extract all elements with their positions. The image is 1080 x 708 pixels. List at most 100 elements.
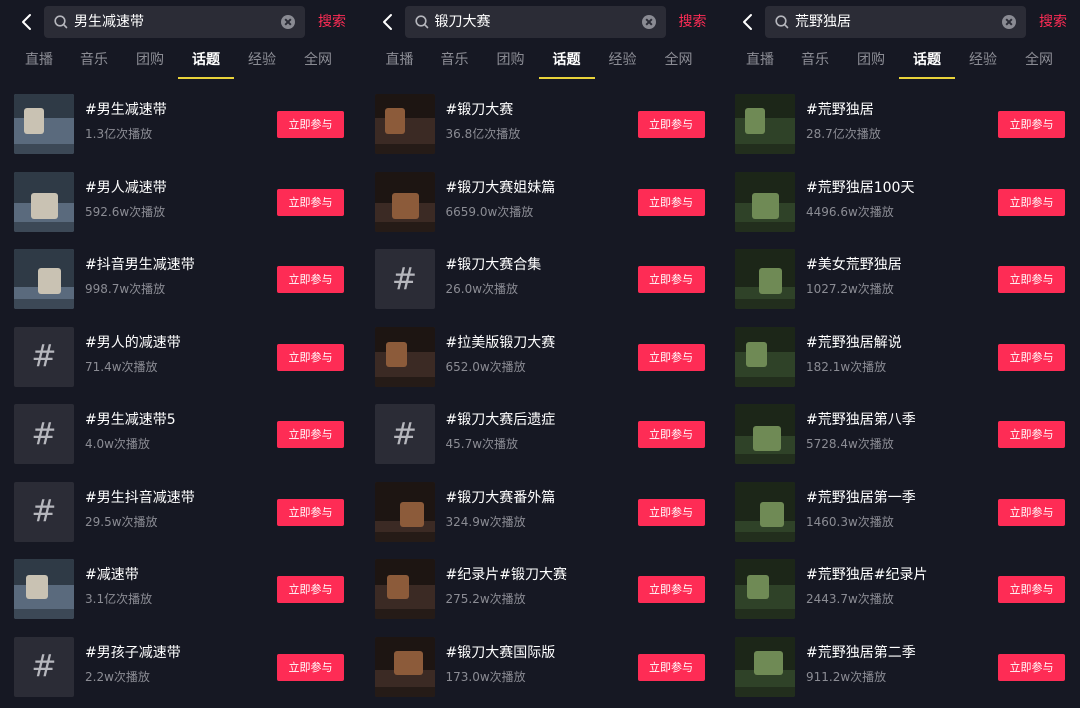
- tab-item[interactable]: 全网: [651, 50, 707, 70]
- topic-title: #荒野独居解说: [806, 334, 902, 351]
- tab-item[interactable]: 经验: [234, 50, 290, 70]
- topic-row[interactable]: # #男人的减速带 71.4w次播放 立即参与: [0, 326, 359, 389]
- join-button[interactable]: 立即参与: [998, 343, 1065, 371]
- search-input[interactable]: 荒野独居: [765, 6, 1026, 38]
- join-button[interactable]: 立即参与: [277, 343, 344, 371]
- topic-title: #荒野独居100天: [806, 179, 915, 196]
- join-button[interactable]: 立即参与: [277, 266, 344, 293]
- join-button[interactable]: 立即参与: [277, 653, 344, 681]
- search-icon: [414, 15, 428, 29]
- topic-row[interactable]: #荒野独居解说 182.1w次播放 立即参与: [721, 326, 1080, 389]
- topic-title: #荒野独居: [806, 102, 874, 118]
- join-button[interactable]: 立即参与: [637, 498, 705, 526]
- tab-item[interactable]: 音乐: [66, 50, 122, 70]
- topic-row[interactable]: #抖音男生减速带 998.7w次播放 立即参与: [0, 249, 359, 311]
- join-button[interactable]: 立即参与: [637, 343, 705, 371]
- tab-item[interactable]: 音乐: [427, 50, 483, 70]
- play-count: 275.2w次播放: [445, 592, 526, 606]
- topic-row[interactable]: #锻刀大赛国际版 173.0w次播放 立即参与: [361, 636, 720, 699]
- tab-item[interactable]: 经验: [595, 50, 651, 70]
- topic-row[interactable]: #荒野独居第一季 1460.3w次播放 立即参与: [721, 481, 1080, 544]
- clear-icon[interactable]: [641, 15, 656, 29]
- topic-row[interactable]: #荒野独居100天 4496.6w次播放 立即参与: [721, 171, 1080, 234]
- play-count: 182.1w次播放: [806, 359, 887, 374]
- top-bar: 荒野独居 搜索: [721, 0, 1080, 44]
- join-button[interactable]: 立即参与: [637, 188, 705, 216]
- join-button[interactable]: 立即参与: [277, 111, 344, 138]
- join-button[interactable]: 立即参与: [998, 421, 1065, 448]
- tab-item[interactable]: 经验: [955, 50, 1011, 70]
- topic-title: #锻刀大赛后遗症: [445, 412, 556, 428]
- tab-item[interactable]: 直播: [732, 50, 788, 70]
- hashtag-icon: #: [374, 249, 435, 309]
- join-button[interactable]: 立即参与: [998, 653, 1065, 681]
- search-input[interactable]: 男生减速带: [44, 6, 305, 38]
- search-input[interactable]: 锻刀大赛: [404, 6, 666, 38]
- topic-title: #锻刀大赛国际版: [445, 644, 556, 661]
- back-arrow-icon[interactable]: [737, 12, 757, 32]
- tab-item[interactable]: 话题: [178, 50, 234, 79]
- topic-row[interactable]: #锻刀大赛姐妹篇 6659.0w次播放 立即参与: [361, 171, 720, 234]
- back-arrow-icon[interactable]: [377, 12, 397, 32]
- topic-row[interactable]: #荒野独居第二季 911.2w次播放 立即参与: [721, 636, 1080, 699]
- topic-row[interactable]: #拉美版锻刀大赛 652.0w次播放 立即参与: [361, 326, 720, 389]
- topic-row[interactable]: #男人减速带 592.6w次播放 立即参与: [0, 171, 359, 234]
- topic-row[interactable]: #锻刀大赛番外篇 324.9w次播放 立即参与: [361, 481, 720, 544]
- topic-row[interactable]: # #男生减速带5 4.0w次播放 立即参与: [0, 404, 359, 466]
- join-button[interactable]: 立即参与: [277, 188, 344, 216]
- topic-row[interactable]: #美女荒野独居 1027.2w次播放 立即参与: [721, 249, 1080, 311]
- topic-row[interactable]: #纪录片#锻刀大赛 275.2w次播放 立即参与: [361, 559, 720, 621]
- topic-title: #荒野独居#纪录片: [806, 567, 928, 583]
- join-button[interactable]: 立即参与: [637, 576, 705, 603]
- search-icon: [775, 15, 789, 29]
- back-arrow-icon[interactable]: [16, 12, 36, 32]
- tab-item[interactable]: 话题: [899, 50, 955, 79]
- join-button[interactable]: 立即参与: [998, 188, 1065, 216]
- clear-icon[interactable]: [281, 15, 295, 29]
- tab-item[interactable]: 直播: [372, 50, 428, 70]
- tab-item[interactable]: 团购: [483, 50, 539, 70]
- play-count: 2443.7w次播放: [806, 592, 894, 606]
- topic-row[interactable]: #荒野独居第八季 5728.4w次播放 立即参与: [721, 404, 1080, 466]
- play-count: 1027.2w次播放: [806, 282, 894, 296]
- topic-row[interactable]: #锻刀大赛 36.8亿次播放 立即参与: [361, 94, 720, 156]
- topic-row[interactable]: # #男生抖音减速带 29.5w次播放 立即参与: [0, 481, 359, 544]
- join-button[interactable]: 立即参与: [637, 266, 705, 293]
- join-button[interactable]: 立即参与: [637, 421, 705, 448]
- topic-row[interactable]: #荒野独居#纪录片 2443.7w次播放 立即参与: [721, 559, 1080, 621]
- search-button[interactable]: 搜索: [679, 12, 707, 32]
- join-button[interactable]: 立即参与: [637, 111, 705, 138]
- join-button[interactable]: 立即参与: [277, 421, 344, 448]
- tab-item[interactable]: 团购: [843, 50, 899, 70]
- join-button[interactable]: 立即参与: [998, 576, 1065, 603]
- top-bar: 男生减速带 搜索: [0, 0, 359, 44]
- search-button[interactable]: 搜索: [318, 12, 346, 32]
- topic-row[interactable]: # #锻刀大赛后遗症 45.7w次播放 立即参与: [361, 404, 720, 466]
- clear-icon[interactable]: [1002, 15, 1016, 29]
- tab-item[interactable]: 全网: [1011, 50, 1067, 70]
- topic-row[interactable]: # #男孩子减速带 2.2w次播放 立即参与: [0, 636, 359, 699]
- search-panel: 锻刀大赛 搜索 直播 音乐 团购 话题 经验 全网 #锻刀大赛 36.8亿次播放 立即参与…: [361, 0, 720, 708]
- tab-item[interactable]: 话题: [538, 50, 595, 79]
- join-button[interactable]: 立即参与: [998, 266, 1065, 293]
- tab-item[interactable]: 音乐: [787, 50, 843, 70]
- topic-row[interactable]: #减速带 3.1亿次播放 立即参与: [0, 559, 359, 621]
- topic-row[interactable]: #男生减速带 1.3亿次播放 立即参与: [0, 94, 359, 156]
- join-button[interactable]: 立即参与: [637, 653, 705, 681]
- hashtag-icon: #: [14, 404, 74, 464]
- join-button[interactable]: 立即参与: [998, 111, 1065, 138]
- topic-title: #男生减速带5: [85, 412, 176, 428]
- topic-row[interactable]: # #锻刀大赛合集 26.0w次播放 立即参与: [361, 249, 720, 311]
- hashtag-icon: #: [14, 636, 74, 697]
- play-count: 36.8亿次播放: [445, 127, 521, 141]
- join-button[interactable]: 立即参与: [277, 498, 344, 526]
- join-button[interactable]: 立即参与: [277, 576, 344, 603]
- tab-item[interactable]: 全网: [290, 50, 346, 70]
- tab-item[interactable]: 直播: [11, 50, 67, 70]
- tab-item[interactable]: 团购: [122, 50, 178, 70]
- search-query: 荒野独居: [795, 14, 851, 30]
- topic-thumbnail: [735, 559, 795, 619]
- join-button[interactable]: 立即参与: [998, 498, 1065, 526]
- topic-row[interactable]: #荒野独居 28.7亿次播放 立即参与: [721, 94, 1080, 156]
- search-button[interactable]: 搜索: [1039, 12, 1067, 32]
